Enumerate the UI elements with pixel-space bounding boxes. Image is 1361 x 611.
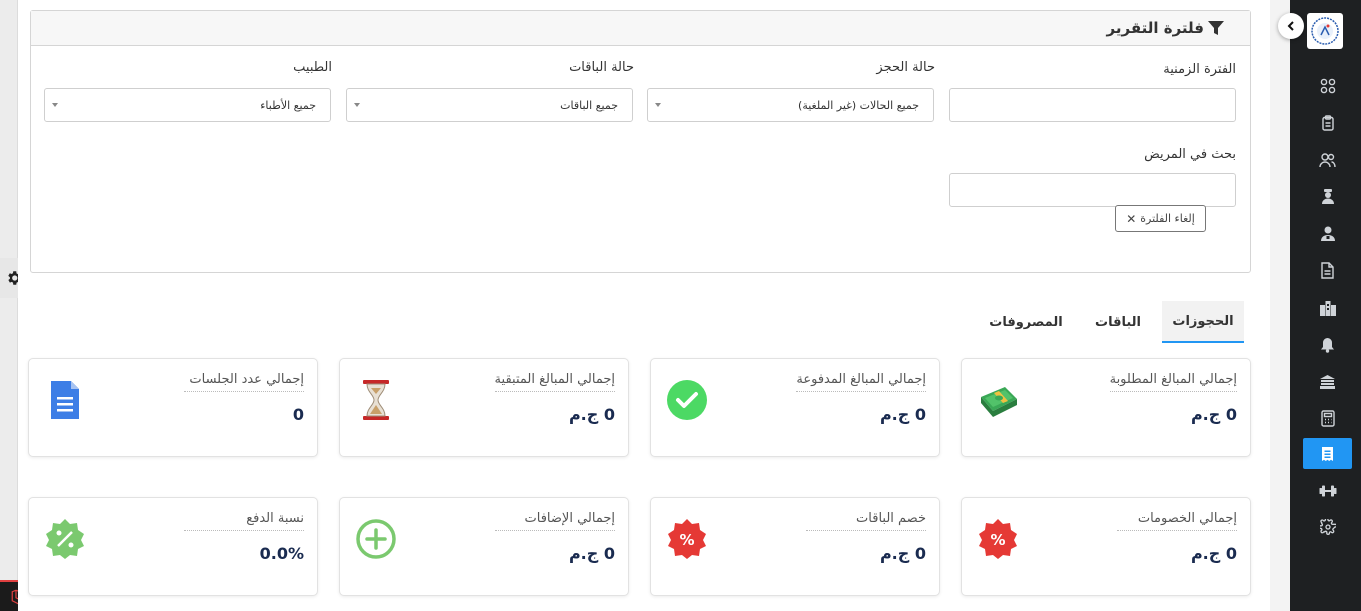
doctor-label: الطبيب	[293, 60, 332, 75]
clipboard-icon	[1321, 114, 1334, 131]
card-value: 0 ج.م	[879, 544, 926, 563]
stat-card-total-additions: إجمالي الإضافات 0 ج.م	[339, 497, 629, 596]
check-circle-icon	[664, 377, 710, 423]
report-filter-panel: فلترة التقرير	[30, 10, 1251, 273]
clinic-logo-icon	[1311, 17, 1339, 45]
stat-card-total-discounts: إجمالي الخصومات 0 ج.م %	[961, 497, 1251, 596]
tab-packages[interactable]: الباقات	[1082, 301, 1154, 343]
filter-title: فلترة التقرير	[1106, 19, 1204, 37]
packages-status-select[interactable]: جميع الباقات	[346, 88, 633, 122]
card-title: إجمالي المبالغ المدفوعة	[796, 372, 926, 392]
staff-icon	[1320, 226, 1335, 241]
dumbbell-icon	[1319, 485, 1336, 496]
dashboard-grid-icon	[1320, 78, 1335, 93]
booking-status-select[interactable]: جميع الحالات (غير الملغية)	[647, 88, 934, 122]
period-label: الفترة الزمنية	[1163, 62, 1236, 77]
settings-icon	[1319, 518, 1336, 535]
stat-card-paid-amounts: إجمالي المبالغ المدفوعة 0 ج.م	[650, 358, 940, 457]
booking-status-label: حالة الحجز	[876, 60, 935, 75]
doctor-select[interactable]: جميع الأطباء	[44, 88, 331, 122]
right-gutter	[1270, 0, 1290, 611]
stat-card-payment-ratio: نسبة الدفع 0.0%	[28, 497, 318, 596]
sidebar-item-accounts[interactable]	[1303, 366, 1352, 397]
sidebar-item-notifications[interactable]	[1303, 329, 1352, 360]
doctor-value: جميع الأطباء	[260, 98, 316, 112]
document-icon	[42, 377, 88, 423]
doctor-icon	[1321, 189, 1334, 204]
filter-header[interactable]: فلترة التقرير	[31, 11, 1250, 46]
card-title: إجمالي الإضافات	[495, 511, 615, 531]
clear-filter-button[interactable]: إلغاء الفلترة ✕	[1115, 205, 1206, 232]
building-icon	[1319, 300, 1336, 316]
hourglass-icon	[353, 377, 399, 423]
card-value: 0 ج.م	[879, 405, 926, 424]
percent-badge-icon	[42, 516, 88, 562]
sidebar-item-packages[interactable]	[1303, 475, 1352, 506]
file-icon	[1321, 262, 1334, 279]
funnel-icon	[1208, 20, 1224, 35]
chevron-left-icon	[1287, 21, 1294, 31]
sidebar-item-patients[interactable]	[1303, 144, 1352, 175]
card-title: نسبة الدفع	[184, 511, 304, 531]
card-title: خصم الباقات	[806, 511, 926, 531]
svg-text:%: %	[990, 531, 1005, 549]
left-edge-strip	[0, 0, 18, 611]
patient-search-label: بحث في المريض	[1144, 147, 1236, 162]
stat-card-sessions-count: إجمالي عدد الجلسات 0	[28, 358, 318, 457]
sidebar-item-settings[interactable]	[1303, 511, 1352, 542]
card-title: إجمالي المبالغ المطلوبة	[1109, 372, 1237, 392]
bank-icon	[1320, 374, 1335, 389]
packages-status-label: حالة الباقات	[569, 60, 634, 75]
calculator-icon	[1320, 410, 1335, 427]
users-icon	[1319, 152, 1336, 167]
card-value: 0 ج.م	[1190, 544, 1237, 563]
money-icon	[975, 377, 1021, 423]
clear-filter-label: إلغاء الفلترة	[1140, 212, 1195, 225]
stat-card-packages-discount: خصم الباقات 0 ج.م %	[650, 497, 940, 596]
chevron-down-icon	[655, 103, 661, 107]
plus-circle-icon	[353, 516, 399, 562]
sidebar-item-reports[interactable]	[1303, 255, 1352, 286]
tab-bookings[interactable]: الحجوزات	[1162, 301, 1244, 343]
booking-status-value: جميع الحالات (غير الملغية)	[798, 98, 919, 112]
card-value: 0 ج.م	[568, 544, 615, 563]
bell-icon	[1321, 337, 1334, 353]
sidebar-item-calculator[interactable]	[1303, 403, 1352, 434]
packages-status-value: جميع الباقات	[560, 98, 618, 112]
chevron-down-icon	[52, 103, 58, 107]
card-value: 0 ج.م	[568, 405, 615, 424]
sidebar-item-doctors[interactable]	[1303, 181, 1352, 212]
card-title: إجمالي عدد الجلسات	[184, 372, 304, 392]
sidebar-collapse-button[interactable]	[1278, 13, 1304, 39]
app-logo[interactable]	[1307, 13, 1343, 49]
discount-badge-icon: %	[975, 516, 1021, 562]
sidebar-item-branches[interactable]	[1303, 292, 1352, 323]
sidebar-item-dashboard[interactable]	[1303, 70, 1352, 101]
svg-text:%: %	[679, 531, 694, 549]
discount-badge-icon: %	[664, 516, 710, 562]
period-input[interactable]	[949, 88, 1236, 122]
sidebar-item-staff[interactable]	[1303, 218, 1352, 249]
card-title: إجمالي المبالغ المتبقية	[494, 372, 615, 392]
card-title: إجمالي الخصومات	[1117, 511, 1237, 531]
stat-card-remaining-amounts: إجمالي المبالغ المتبقية 0 ج.م	[339, 358, 629, 457]
sidebar-item-financial-report[interactable]	[1303, 438, 1352, 469]
stat-card-required-amounts: إجمالي المبالغ المطلوبة 0 ج.م	[961, 358, 1251, 457]
receipt-icon	[1322, 446, 1333, 461]
tab-expenses[interactable]: المصروفات	[980, 301, 1072, 343]
sidebar-item-bookings[interactable]	[1303, 107, 1352, 138]
card-value: 0.0%	[259, 544, 304, 563]
card-value: 0	[292, 405, 304, 424]
patient-search-input[interactable]	[949, 173, 1236, 207]
chevron-down-icon	[354, 103, 360, 107]
close-icon: ✕	[1126, 211, 1137, 226]
card-value: 0 ج.م	[1190, 405, 1237, 424]
